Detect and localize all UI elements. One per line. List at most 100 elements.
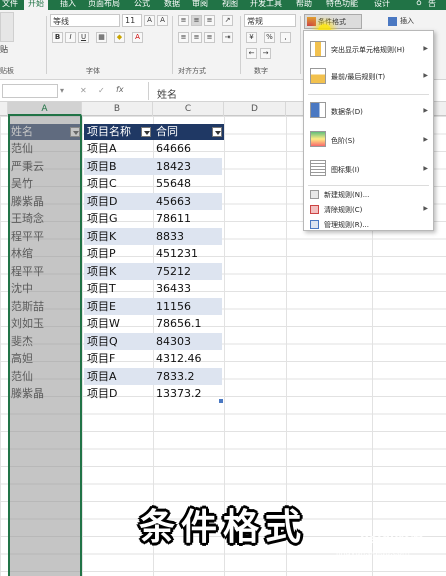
cell-project[interactable]: 项目D xyxy=(84,385,153,403)
align-right-icon[interactable]: ≡ xyxy=(204,32,215,43)
cell-project[interactable]: 项目K xyxy=(84,228,153,246)
font-color-icon[interactable]: A xyxy=(132,32,143,43)
tell-me-icon[interactable]: ♁ xyxy=(416,0,422,7)
cell-contract[interactable]: 13373.2 xyxy=(153,385,224,403)
cell-project[interactable]: 项目A xyxy=(84,368,153,386)
cell-contract[interactable]: 11156 xyxy=(153,298,224,316)
cell-project[interactable]: 项目D xyxy=(84,193,153,211)
select-all-corner[interactable] xyxy=(0,102,8,116)
tab-formulas[interactable]: 公式 xyxy=(134,0,150,9)
menu-item-data-bars[interactable]: 数据条(D) ▶ xyxy=(304,97,433,125)
cell-contract[interactable]: 78611 xyxy=(153,210,224,228)
cell-contract[interactable]: 451231 xyxy=(153,245,224,263)
align-bottom-icon[interactable]: ≡ xyxy=(204,15,215,26)
cell-contract[interactable]: 7833.2 xyxy=(153,368,224,386)
cell-contract[interactable]: 64666 xyxy=(153,140,224,158)
clear-rules-icon xyxy=(310,205,319,214)
cell-contract[interactable]: 78656.1 xyxy=(153,315,224,333)
cell-project[interactable]: 项目W xyxy=(84,315,153,333)
tab-tell-me[interactable]: 告 xyxy=(428,0,436,9)
number-format-select[interactable]: 常规 xyxy=(244,14,296,27)
increase-decimal-icon[interactable]: ← xyxy=(246,48,257,59)
cell-project[interactable]: 项目A xyxy=(84,140,153,158)
cell-contract[interactable]: 75212 xyxy=(153,263,224,281)
table-resize-handle[interactable] xyxy=(219,398,223,403)
name-box-dropdown-icon[interactable]: ▾ xyxy=(60,86,64,95)
filter-dropdown-icon[interactable] xyxy=(141,127,151,137)
tab-developer[interactable]: 开发工具 xyxy=(250,0,282,9)
column-header-b[interactable]: B xyxy=(82,102,153,116)
tab-home[interactable]: 开始 xyxy=(24,0,48,10)
tab-design[interactable]: 设计 xyxy=(374,0,390,9)
cell-contract[interactable]: 84303 xyxy=(153,333,224,351)
percent-button[interactable]: % xyxy=(264,32,275,43)
comma-icon[interactable]: , xyxy=(280,32,291,43)
menu-item-label: 最前/最后规则(T) xyxy=(331,73,386,81)
indent-icon[interactable]: ⇥ xyxy=(222,32,233,43)
cell-project[interactable]: 项目Q xyxy=(84,333,153,351)
underline-button[interactable]: U xyxy=(78,32,89,43)
tab-view[interactable]: 视图 xyxy=(222,0,238,9)
column-header-a[interactable]: A xyxy=(8,102,82,116)
tab-file[interactable]: 文件 xyxy=(2,0,18,9)
tab-data[interactable]: 数据 xyxy=(164,0,180,9)
tab-insert[interactable]: 插入 xyxy=(60,0,76,9)
cell-contract[interactable]: 55648 xyxy=(153,175,224,193)
menu-item-color-scales[interactable]: 色阶(S) ▶ xyxy=(304,126,433,154)
align-left-icon[interactable]: ≡ xyxy=(178,32,189,43)
name-box[interactable] xyxy=(2,84,58,98)
menu-item-highlight-cells[interactable]: 突出显示单元格规则(H) ▶ xyxy=(304,37,433,63)
align-middle-icon[interactable]: ≡ xyxy=(191,15,202,26)
insert-cells-button[interactable]: 插入 xyxy=(388,15,434,28)
font-name-select[interactable]: 等线 xyxy=(50,14,120,27)
cell-project[interactable]: 项目E xyxy=(84,298,153,316)
cell-project[interactable]: 项目P xyxy=(84,245,153,263)
tab-page-layout[interactable]: 页面布局 xyxy=(88,0,120,9)
cell-contract[interactable]: 36433 xyxy=(153,280,224,298)
filter-dropdown-icon[interactable] xyxy=(212,127,222,137)
cancel-icon[interactable]: ✕ xyxy=(80,86,87,95)
menu-item-manage-rules[interactable]: 管理规则(R)... xyxy=(304,217,433,231)
table-header-project[interactable]: 项目名称 xyxy=(84,124,153,140)
font-size-value: 11 xyxy=(125,16,136,25)
shrink-font-icon[interactable]: A xyxy=(157,15,168,26)
cell-project[interactable]: 项目T xyxy=(84,280,153,298)
tab-special[interactable]: 特色功能 xyxy=(326,0,358,9)
decrease-decimal-icon[interactable]: → xyxy=(260,48,271,59)
enter-icon[interactable]: ✓ xyxy=(98,86,105,95)
menu-item-clear-rules[interactable]: 清除规则(C) ▶ xyxy=(304,202,433,216)
cell-project[interactable]: 项目K xyxy=(84,263,153,281)
column-header-c[interactable]: C xyxy=(153,102,224,116)
fx-icon[interactable]: fx xyxy=(116,85,124,94)
menu-item-icon-sets[interactable]: 图标集(I) ▶ xyxy=(304,155,433,183)
cell-project[interactable]: 项目C xyxy=(84,175,153,193)
italic-button[interactable]: I xyxy=(65,32,76,43)
menu-item-top-bottom[interactable]: 最前/最后规则(T) ▶ xyxy=(304,64,433,90)
font-size-select[interactable]: 11 xyxy=(122,14,142,27)
cell-project[interactable]: 项目B xyxy=(84,158,153,176)
paste-icon[interactable] xyxy=(0,12,14,42)
align-top-icon[interactable]: ≡ xyxy=(178,15,189,26)
fill-color-icon[interactable]: ◆ xyxy=(114,32,125,43)
grow-font-icon[interactable]: A xyxy=(144,15,155,26)
cell-contract[interactable]: 8833 xyxy=(153,228,224,246)
menu-item-new-rule[interactable]: 新建规则(N)... xyxy=(304,187,433,201)
clipboard-group-label: 贴板 xyxy=(0,67,14,75)
tab-review[interactable]: 审阅 xyxy=(192,0,208,9)
number-group-label: 数字 xyxy=(254,67,268,75)
currency-icon[interactable]: ¥ xyxy=(246,32,257,43)
cell-project[interactable]: 项目G xyxy=(84,210,153,228)
conditional-format-button[interactable]: 条件格式 xyxy=(304,14,362,29)
tab-help[interactable]: 帮助 xyxy=(296,0,312,9)
cell-contract[interactable]: 18423 xyxy=(153,158,224,176)
cell-contract[interactable]: 4312.46 xyxy=(153,350,224,368)
align-center-icon[interactable]: ≡ xyxy=(191,32,202,43)
table-header-contract[interactable]: 合同 xyxy=(153,124,224,140)
submenu-arrow-icon: ▶ xyxy=(423,165,428,172)
cell-contract[interactable]: 45663 xyxy=(153,193,224,211)
border-icon[interactable]: ▦ xyxy=(96,32,107,43)
column-header-d[interactable]: D xyxy=(224,102,286,116)
cell-project[interactable]: 项目F xyxy=(84,350,153,368)
bold-button[interactable]: B xyxy=(52,32,63,43)
orientation-icon[interactable]: ↗ xyxy=(222,15,233,26)
